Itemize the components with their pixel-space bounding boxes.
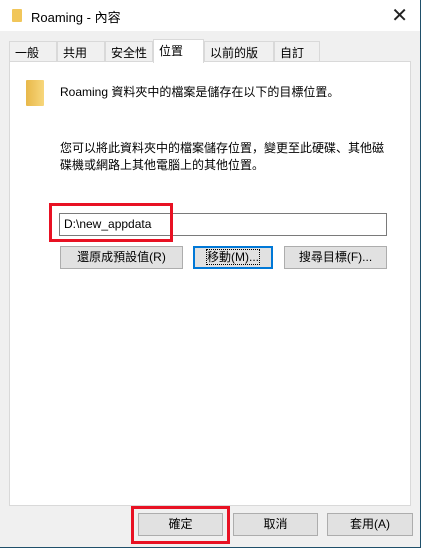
tab-previous-versions[interactable]: 以前的版本 — [204, 41, 274, 77]
title-bar: Roaming - 內容 ✕ — [0, 0, 420, 31]
restore-default-button[interactable]: 還原成預設值(R) — [60, 246, 183, 269]
close-icon[interactable]: ✕ — [391, 3, 408, 28]
tab-location[interactable]: 位置 — [153, 39, 204, 63]
folder-icon — [26, 80, 44, 106]
tab-customize[interactable]: 自訂 — [274, 41, 320, 62]
window-title: Roaming - 內容 — [31, 10, 121, 25]
apply-button[interactable]: 套用(A) — [327, 513, 413, 536]
highlight-box — [131, 506, 230, 544]
cancel-button[interactable]: 取消 — [233, 513, 318, 536]
move-button[interactable]: 移動(M)... — [193, 246, 273, 269]
location-panel — [9, 61, 411, 506]
location-heading: Roaming 資料夾中的檔案是儲存在以下的目標位置。 — [60, 85, 340, 99]
description-line-1: 您可以將此資料夾中的檔案儲存位置，變更至此硬碟、其他磁 — [60, 141, 385, 155]
highlight-box — [49, 203, 173, 242]
folder-icon — [12, 9, 22, 22]
tab-sharing[interactable]: 共用 — [57, 41, 105, 62]
description-line-2: 碟機或網路上其他電腦上的其他位置。 — [60, 158, 265, 172]
find-target-button[interactable]: 搜尋目標(F)... — [284, 246, 387, 269]
move-button-label: 移動(M)... — [206, 249, 260, 265]
tab-security[interactable]: 安全性 — [105, 41, 153, 62]
tab-general[interactable]: 一般 — [9, 41, 57, 62]
